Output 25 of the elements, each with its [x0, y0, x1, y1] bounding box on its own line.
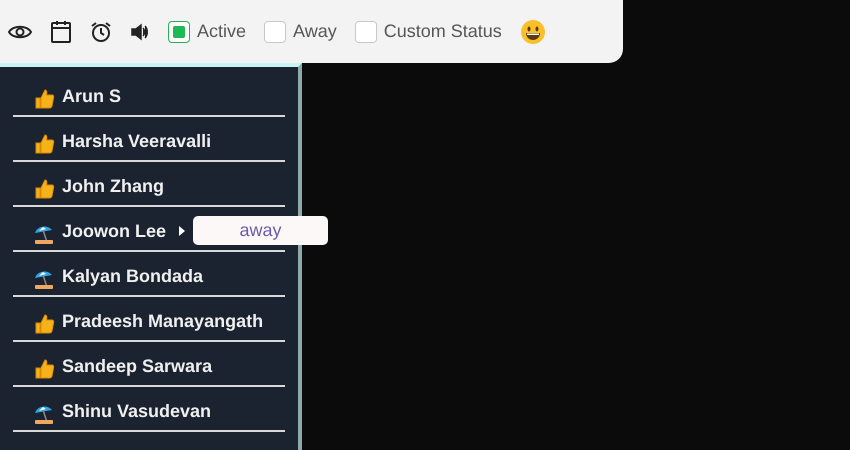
checkbox[interactable]: [264, 20, 286, 42]
calendar-icon[interactable]: [50, 20, 72, 44]
thumbs-up-icon: [33, 313, 55, 335]
member-name[interactable]: Sandeep Sarwara: [62, 353, 212, 380]
status-tooltip: away: [193, 216, 328, 245]
checkbox-label[interactable]: Active: [197, 18, 246, 45]
member-name[interactable]: Harsha Veeravalli: [62, 128, 212, 155]
tooltip-caret-icon: [179, 226, 186, 236]
checkbox-label[interactable]: Custom Status: [384, 18, 502, 45]
checkbox-label[interactable]: Away: [293, 18, 337, 45]
speaker-icon[interactable]: [130, 22, 150, 42]
checkbox[interactable]: [168, 20, 190, 42]
grinning-face-icon[interactable]: [520, 18, 546, 44]
member-name[interactable]: Arun S: [62, 83, 122, 110]
thumbs-up-icon: [33, 358, 55, 380]
thumbs-up-icon: [33, 88, 55, 110]
checkbox[interactable]: [354, 20, 377, 42]
alarm-clock-icon[interactable]: [90, 20, 112, 42]
thumbs-up-icon: [33, 133, 55, 155]
member-name[interactable]: Pradeesh Manayangath: [62, 308, 264, 335]
member-name[interactable]: John Zhang: [62, 173, 164, 200]
member-name[interactable]: Shinu Vasudevan: [62, 398, 212, 425]
member-name[interactable]: Kalyan Bondada: [62, 263, 204, 290]
thumbs-up-icon: [33, 178, 55, 200]
member-name[interactable]: Joowon Lee: [62, 218, 166, 245]
